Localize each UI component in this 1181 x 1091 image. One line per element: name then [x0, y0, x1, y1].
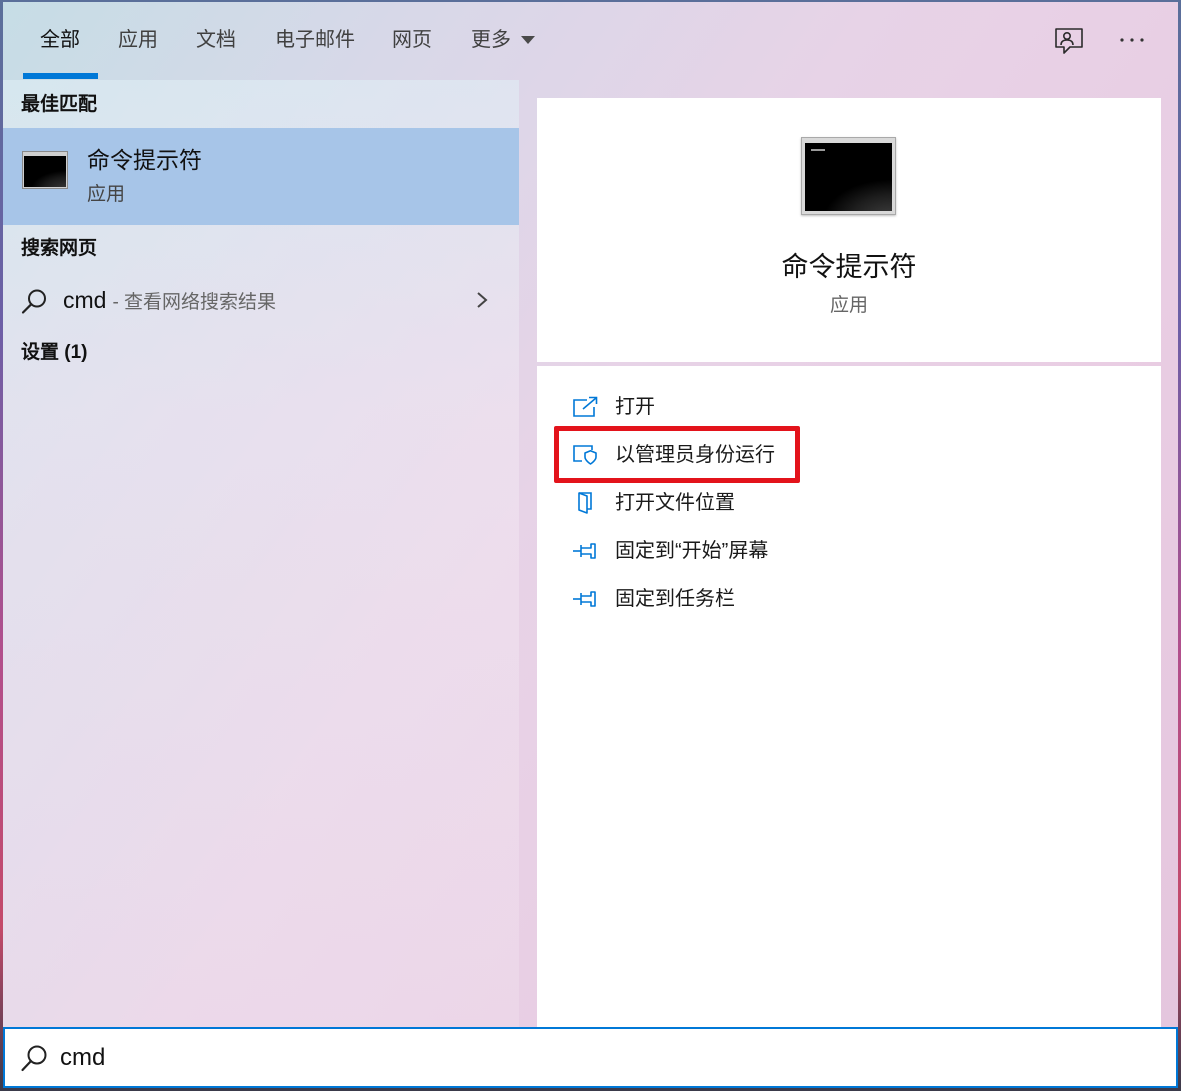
chevron-right-icon[interactable] — [475, 291, 489, 309]
best-match-item[interactable] — [3, 128, 519, 225]
web-search-suffix: - 查看网络搜索结果 — [112, 292, 277, 313]
ellipsis-icon[interactable] — [1115, 30, 1149, 50]
action-pin-to-start-label: 固定到“开始”屏幕 — [615, 540, 769, 562]
search-icon — [21, 1045, 47, 1072]
file-location-icon — [578, 492, 592, 514]
tab-all[interactable]: 全部 — [40, 28, 80, 52]
command-prompt-icon — [22, 151, 68, 189]
tab-more[interactable]: 更多 — [471, 28, 511, 52]
action-open-label: 打开 — [615, 396, 655, 418]
pin-icon — [573, 543, 596, 559]
tab-apps[interactable]: 应用 — [118, 28, 158, 52]
command-prompt-icon — [801, 137, 896, 215]
active-tab-indicator — [23, 73, 98, 79]
preview-title: 命令提示符 — [781, 252, 917, 282]
best-match-subtitle: 应用 — [87, 184, 126, 205]
run-as-admin-shield-icon — [573, 445, 597, 465]
web-search-heading: 搜索网页 — [21, 238, 98, 259]
web-search-query: cmd — [63, 287, 107, 313]
pin-icon — [573, 591, 596, 607]
best-match-heading: 最佳匹配 — [21, 94, 98, 115]
web-search-text[interactable]: cmd - 查看网络搜索结果 — [63, 286, 276, 315]
action-run-as-admin-label: 以管理员身份运行 — [615, 444, 775, 466]
action-pin-to-taskbar-label: 固定到任务栏 — [615, 588, 735, 610]
search-input[interactable] — [60, 1040, 1160, 1076]
tab-email[interactable]: 电子邮件 — [275, 28, 355, 52]
tab-documents[interactable]: 文档 — [196, 28, 236, 52]
tab-web[interactable]: 网页 — [392, 28, 432, 52]
search-icon — [21, 289, 46, 314]
caret-down-icon[interactable] — [521, 36, 535, 45]
open-icon — [573, 396, 598, 417]
action-open-file-location-label: 打开文件位置 — [615, 492, 735, 514]
settings-heading[interactable]: 设置 (1) — [21, 341, 88, 365]
best-match-title[interactable]: 命令提示符 — [87, 146, 202, 174]
feedback-icon[interactable] — [1053, 26, 1085, 56]
preview-subtitle: 应用 — [829, 295, 868, 316]
